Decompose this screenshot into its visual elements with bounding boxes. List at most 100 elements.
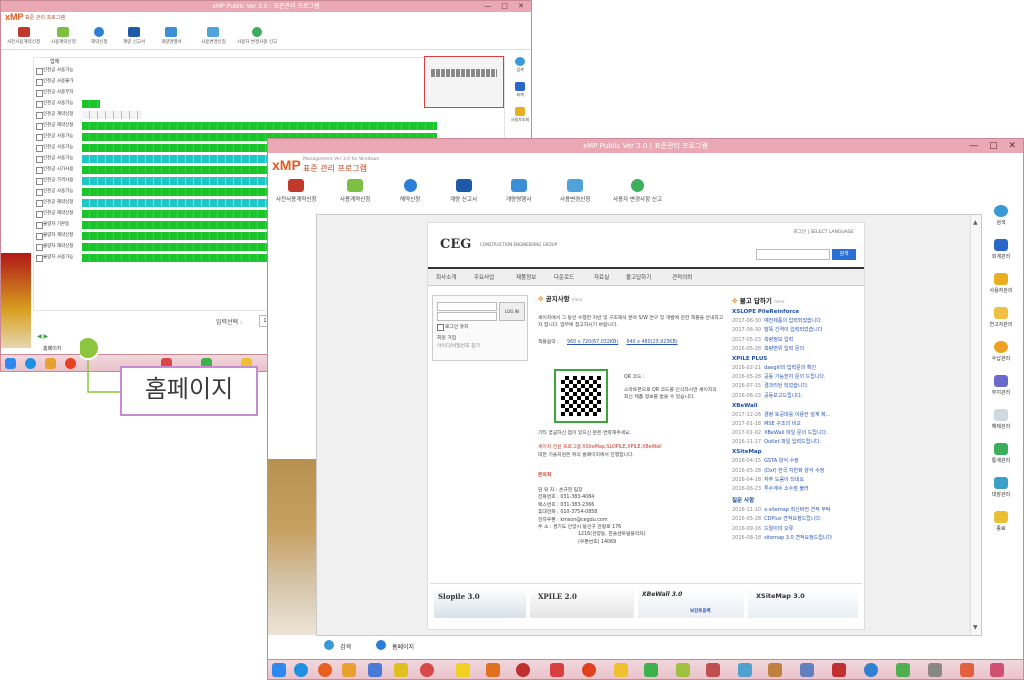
login-password-input[interactable] xyxy=(437,312,497,321)
app-icon[interactable] xyxy=(394,663,408,677)
ie-icon[interactable] xyxy=(25,358,36,369)
app-icon[interactable] xyxy=(65,358,76,369)
tab-homepage[interactable]: 홈페이지 xyxy=(392,642,414,651)
app-icon[interactable] xyxy=(928,663,942,677)
app-icon[interactable] xyxy=(644,663,658,677)
answer-link[interactable]: 2017-01-18 MSE 구조의 비교 xyxy=(732,420,862,427)
answer-link[interactable]: 2016-09-16 드릴이미 오류 xyxy=(732,525,862,532)
folder-icon[interactable] xyxy=(45,358,56,369)
answer-link[interactable]: 2016-06-23 투수계수 소수점 불러 xyxy=(732,485,862,492)
app-icon[interactable] xyxy=(614,663,628,677)
row-checkbox[interactable] xyxy=(36,79,43,86)
row-checkbox[interactable] xyxy=(36,255,43,262)
app-icon[interactable] xyxy=(676,663,690,677)
site-search-button[interactable]: 검색 xyxy=(832,249,856,260)
row-checkbox[interactable] xyxy=(36,200,43,207)
grid-bar[interactable] xyxy=(82,122,437,130)
answer-link[interactable]: 2016-08-18 sitemap 3.0 견적요청드립니다 xyxy=(732,534,862,541)
grid-row[interactable]: 인천공 사용불가 xyxy=(34,77,504,88)
nav-item[interactable]: 견적의뢰 xyxy=(672,273,692,281)
notice-more-link[interactable]: more xyxy=(572,297,582,302)
answer-link[interactable]: 2016-02-21 daegill의 입력문의 확인 xyxy=(732,364,862,371)
answer-link[interactable]: 2016-07-15 결과리턴 되었습니다. xyxy=(732,382,862,389)
answer-link[interactable]: 2017-06-30 예전제품의 입력되었습니다. xyxy=(732,317,862,324)
back-pager[interactable]: ◀ ▶ xyxy=(37,333,48,340)
row-checkbox[interactable] xyxy=(36,189,43,196)
row-checkbox[interactable] xyxy=(36,222,43,229)
user-icon[interactable] xyxy=(515,107,525,116)
sidebar-item-search[interactable]: 검색 xyxy=(979,205,1023,226)
sidebar-item-ledger[interactable]: 대장관리 xyxy=(979,477,1023,498)
answer-link[interactable]: 2017-06-30 말뚝 간격이 입력되었습니다 xyxy=(732,326,862,333)
back-tool-4[interactable]: 개량명행서 xyxy=(161,27,182,45)
nav-item[interactable]: 자료실 xyxy=(594,273,609,281)
nav-item[interactable]: 주요사업 xyxy=(474,273,494,281)
answer-link[interactable]: 2017-01-02 XBeWall 파일 문의 드립니다. xyxy=(732,429,862,436)
front-tool-5[interactable]: 사용변경신청 xyxy=(560,179,590,203)
app-icon[interactable] xyxy=(832,663,846,677)
back-tool-3[interactable]: 계량 신고서 xyxy=(123,27,145,45)
sidebar-item-users[interactable]: 사용자관리 xyxy=(979,273,1023,294)
row-checkbox[interactable] xyxy=(36,123,43,130)
sidebar-item-land[interactable]: 부지관리 xyxy=(979,375,1023,396)
app-icon[interactable] xyxy=(486,663,500,677)
book-link[interactable]: 640 x 480(23,923KB) xyxy=(626,340,677,345)
answers-more-link[interactable]: more xyxy=(774,299,784,304)
app-icon[interactable] xyxy=(456,663,470,677)
answer-link[interactable]: 2016-05-28 (Dxf) 한국 지반화 양식 수정 xyxy=(732,467,862,474)
login-id-input[interactable] xyxy=(437,302,497,311)
app-icon[interactable] xyxy=(550,663,564,677)
answer-link[interactable]: 2016-05-28 측량변위 입력 문의 xyxy=(732,345,862,352)
ie-icon[interactable] xyxy=(294,663,308,677)
grid-row[interactable]: 인천공 사용가능 xyxy=(34,66,504,77)
book-link[interactable]: 960 x 720(67,032KB) xyxy=(567,340,618,345)
app-icon[interactable] xyxy=(960,663,974,677)
app-icon[interactable] xyxy=(990,663,1004,677)
front-tool-6[interactable]: 사용자 변경사항 신고 xyxy=(613,179,662,203)
app-icon[interactable] xyxy=(516,663,530,677)
row-checkbox[interactable] xyxy=(36,167,43,174)
sidebar-item-exit[interactable]: 종료 xyxy=(979,511,1023,532)
row-checkbox[interactable] xyxy=(36,145,43,152)
sidebar-item-stats[interactable]: 통계관리 xyxy=(979,443,1023,464)
app-icon[interactable] xyxy=(706,663,720,677)
nav-item[interactable]: 다운로드 xyxy=(554,273,574,281)
banner-xsitemap[interactable]: XSiteMap 3.0 xyxy=(748,588,858,618)
app-icon[interactable] xyxy=(420,663,434,677)
row-checkbox[interactable] xyxy=(36,134,43,141)
scroll-down-arrow[interactable]: ▼ xyxy=(973,624,978,631)
find-account-link[interactable]: 아이디/비밀번호 찾기 xyxy=(437,342,480,349)
row-checkbox[interactable] xyxy=(36,233,43,240)
app-icon[interactable] xyxy=(318,663,332,677)
app-icon[interactable] xyxy=(800,663,814,677)
app-icon[interactable] xyxy=(896,663,910,677)
search-icon[interactable] xyxy=(515,57,525,66)
answer-link[interactable]: 2016-11-17 Outlet 파일 입력드립니다. xyxy=(732,438,862,445)
front-tool-3[interactable]: 계량 신고서 xyxy=(450,179,477,203)
answer-link[interactable]: 2016-05-28 공동 가능한지 문의 드립니다. xyxy=(732,373,862,380)
sidebar-item-relatives[interactable]: 연고자관리 xyxy=(979,307,1023,328)
back-tool-6[interactable]: 사용자 변경사항 신고 xyxy=(237,27,277,45)
windows-start-icon[interactable] xyxy=(5,358,16,369)
row-checkbox[interactable] xyxy=(36,68,43,75)
app-icon[interactable] xyxy=(864,663,878,677)
tab-search[interactable]: 검색 xyxy=(340,642,351,651)
back-bottom-tab[interactable]: 홈페이지 xyxy=(43,345,61,352)
folder-icon[interactable] xyxy=(342,663,356,677)
row-checkbox[interactable] xyxy=(36,90,43,97)
app-icon[interactable] xyxy=(768,663,782,677)
back-tool-2[interactable]: 해약신청 xyxy=(91,27,108,45)
nav-item[interactable]: 불고답하기 xyxy=(626,273,651,281)
remember-checkbox[interactable] xyxy=(437,324,444,331)
nav-item[interactable]: 회사소개 xyxy=(436,273,456,281)
answer-link[interactable]: 2016-04-18 자주 도움이 되네요 xyxy=(732,476,862,483)
row-checkbox[interactable] xyxy=(36,101,43,108)
answer-link[interactable]: 2016-04-15 GSTA 양식 수정 xyxy=(732,457,862,464)
row-checkbox[interactable] xyxy=(36,244,43,251)
back-window-controls[interactable]: — □ ✕ xyxy=(484,1,528,12)
row-checkbox[interactable] xyxy=(36,156,43,163)
banner-xpile[interactable]: XPILE 2.0 xyxy=(530,588,634,618)
windows-start-icon[interactable] xyxy=(272,663,286,677)
answer-link[interactable]: 2016-11-10 x-sitemap 최신버전 견적 부탁 xyxy=(732,506,862,513)
grid-row[interactable]: 인천공 사용가능 xyxy=(34,99,504,110)
